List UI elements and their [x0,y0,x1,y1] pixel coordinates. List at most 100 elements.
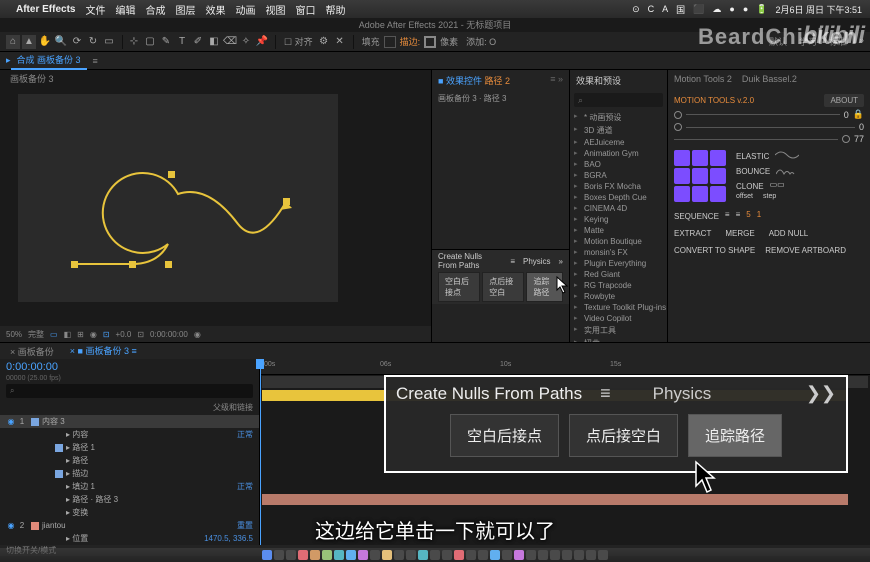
comp-menu-icon[interactable]: ≡ [87,54,104,68]
brush-tool-icon[interactable]: ✐ [191,35,205,49]
stroke-swatch[interactable] [424,36,436,48]
dock-app[interactable] [586,550,596,560]
menu-effect[interactable]: 效果 [205,2,225,17]
dock-app[interactable] [406,550,416,560]
preset-list[interactable]: * 动画预设3D 通道AEJuicemeAnimation GymBAOBGRA… [570,109,667,342]
zoom-dropdown[interactable]: 50% [6,330,22,339]
menu-help[interactable]: 帮助 [325,2,345,17]
clone-tool-icon[interactable]: ◧ [207,35,221,49]
dock-app[interactable] [334,550,344,560]
cnfp-physics-tab-small[interactable]: Physics [523,257,551,266]
layer-row[interactable]: ▸ 描边 [0,467,259,480]
menu-app[interactable]: After Effects [16,4,75,15]
path-shape[interactable] [18,94,338,302]
fill-label[interactable]: 填充 [362,35,380,48]
extract-button[interactable]: EXTRACT [674,229,711,238]
cnfp-menu-icon[interactable]: ≡ [510,257,515,266]
slider-knob[interactable] [674,123,682,131]
preset-folder[interactable]: BAO [574,159,663,170]
comp-tab[interactable]: 合成 画板备份 3 [11,51,87,70]
add-label[interactable]: 添加: O [466,35,496,48]
layer-row[interactable]: ▸ 填边 1正常 [0,480,259,493]
preset-folder[interactable]: Keying [574,214,663,225]
chevron-right-icon[interactable]: » [559,257,563,266]
slider-knob[interactable] [842,135,850,143]
about-button[interactable]: ABOUT [824,94,864,107]
layer-row[interactable]: ◉1内容 3 [0,415,259,428]
dock-app[interactable] [490,550,500,560]
zoom-tool-icon[interactable]: 🔍 [54,35,68,49]
cnfp-physics-tab[interactable]: Physics [653,384,712,404]
slider-val[interactable]: 0 [859,122,864,132]
dock-app[interactable] [454,550,464,560]
preset-folder[interactable]: 实用工具 [574,324,663,337]
preset-folder[interactable]: 3D 通道 [574,124,663,137]
viewer-icon[interactable]: ⊡ [103,330,110,339]
dock-app[interactable] [526,550,536,560]
dock-app[interactable] [298,550,308,560]
addnull-button[interactable]: ADD NULL [769,229,809,238]
dock-app[interactable] [322,550,332,560]
anchor-tool-icon[interactable]: ⊹ [127,35,141,49]
dock-app[interactable] [382,550,392,560]
time-ruler[interactable]: 00s 06s 10s 15s [260,359,870,375]
chevron-right-icon[interactable]: ❯❯ [806,383,836,404]
cnfp-menu-icon[interactable]: ≡ [600,383,611,404]
layer-row[interactable]: ▸ 路径 [0,454,259,467]
viewer-icon[interactable]: ⊡ [137,330,144,339]
preset-folder[interactable]: 扭曲 [574,337,663,342]
preset-folder[interactable]: Motion Boutique [574,236,663,247]
remove-button[interactable]: REMOVE ARTBOARD [765,246,846,255]
timeline-tab1[interactable]: × 画板备份 [6,343,58,360]
timeline-tab2[interactable]: × ■ 画板备份 3 ≡ [66,342,141,361]
cnfp-button-blank-after[interactable]: 空白后接点 [450,414,559,457]
preset-folder[interactable]: RG Trapcode [574,280,663,291]
res-dropdown[interactable]: 完整 [28,329,44,340]
timecode[interactable]: 0:00:00:00 [0,359,259,375]
convert-button[interactable]: CONVERT TO SHAPE [674,246,755,255]
viewer-icon[interactable]: ▭ [50,330,58,339]
cnfp-title-small[interactable]: Create Nulls From Paths [438,252,502,270]
stroke-px[interactable]: 像素 [440,35,458,48]
cnfp-button-point-after[interactable]: 点后接空白 [569,414,678,457]
dock-app[interactable] [562,550,572,560]
preset-folder[interactable]: Red Giant [574,269,663,280]
home-icon[interactable]: ⌂ [6,35,20,49]
dock-app[interactable] [514,550,524,560]
menu-file[interactable]: 文件 [85,2,105,17]
shape-tool-icon[interactable]: ▢ [143,35,157,49]
eye-icon[interactable]: ◉ [6,417,16,426]
duik-tab[interactable]: Duik Bassel.2 [742,74,797,84]
slider-val[interactable]: 0 [844,110,849,120]
eraser-tool-icon[interactable]: ⌫ [223,35,237,49]
anchor-grid[interactable] [674,150,726,202]
pen-tool-icon[interactable]: ✎ [159,35,173,49]
cnfp-btn1-small[interactable]: 空白后接点 [438,272,480,302]
snap-opt2-icon[interactable]: ✕ [333,35,347,49]
motion-tools-tab[interactable]: Motion Tools 2 [674,74,732,84]
viewer-icon[interactable]: +0.0 [116,330,132,339]
preset-folder[interactable]: Matte [574,225,663,236]
menu-edit[interactable]: 编辑 [115,2,135,17]
menu-window[interactable]: 窗口 [295,2,315,17]
seq-icon[interactable]: ≡ [736,210,741,219]
preset-folder[interactable]: Plugin Everything [574,258,663,269]
viewer-icon[interactable]: ◉ [90,330,97,339]
layer-row[interactable]: ▸ 路径 · 路径 3 [0,493,259,506]
dock-app[interactable] [370,550,380,560]
elastic-icon[interactable] [775,149,799,161]
canvas[interactable] [18,94,338,302]
layer-row[interactable]: ▸ 内容正常 [0,428,259,441]
dock-app[interactable] [346,550,356,560]
dock-app[interactable] [478,550,488,560]
menu-comp[interactable]: 合成 [145,2,165,17]
composition-viewer[interactable]: 画板备份 3 50% 完整 ▭ ◧ ⊞ ◉ ⊡ +0.0 ⊡ 0:00:00:0… [0,70,432,342]
layer-search[interactable]: ⌕ [6,384,253,398]
viewer-icon[interactable]: ◧ [64,330,72,339]
cnfp-btn2-small[interactable]: 点后接空白 [482,272,524,302]
dock-app[interactable] [550,550,560,560]
dock-app[interactable] [274,550,284,560]
preset-folder[interactable]: Rowbyte [574,291,663,302]
preset-folder[interactable]: Boxes Depth Cue [574,192,663,203]
viewer-icon[interactable]: ⊞ [77,330,84,339]
